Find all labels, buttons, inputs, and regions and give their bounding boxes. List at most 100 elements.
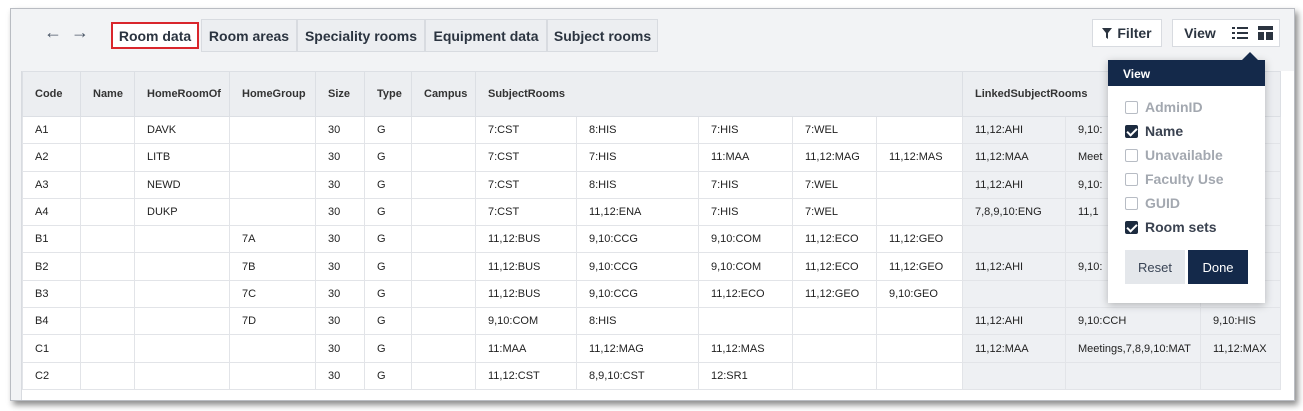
table-cell[interactable]: 7:CST (475, 115, 577, 145)
table-cell[interactable]: G (364, 361, 412, 390)
table-row[interactable]: B4 7D 30 G 9,10:COM 8:HIS 11,12:AHI 9,10:CCH 9,1… (22, 307, 1281, 336)
table-cell[interactable]: 11,12:MAG (792, 143, 877, 172)
reset-button[interactable]: Reset (1125, 250, 1185, 284)
table-cell[interactable]: 9,10:GEO (876, 279, 963, 309)
header-home-group[interactable]: HomeGroup (229, 71, 316, 117)
table-cell[interactable]: 7D (229, 307, 316, 336)
table-cell[interactable] (962, 225, 1066, 254)
table-cell[interactable]: 9,10:COM (475, 307, 577, 336)
header-campus[interactable]: Campus (411, 71, 476, 117)
table-cell[interactable]: Meetings,7,8,9,10:MAT (1065, 334, 1201, 363)
forward-arrow-icon[interactable]: → (71, 23, 89, 41)
done-button[interactable]: Done (1188, 250, 1248, 284)
table-cell[interactable]: 11,12:ECO (792, 225, 877, 254)
table-cell[interactable]: 9,10:CCG (576, 279, 699, 309)
table-cell[interactable]: B2 (22, 252, 81, 281)
table-cell[interactable]: B1 (22, 225, 81, 254)
header-size[interactable]: Size (315, 71, 365, 117)
table-cell[interactable] (229, 170, 316, 199)
table-cell[interactable]: 30 (315, 334, 365, 363)
table-cell[interactable]: G (364, 225, 412, 254)
table-cell[interactable] (80, 279, 135, 309)
table-cell[interactable] (792, 334, 877, 363)
table-row[interactable]: A2 LITB 30 G 7:CST 7:HIS 11:MAA 11,12:MAG 11,12:… (22, 143, 1281, 172)
view-option-adminid[interactable]: AdminID (1125, 97, 1203, 117)
table-cell[interactable] (134, 252, 230, 281)
table-cell[interactable]: 7:HIS (698, 115, 793, 145)
table-cell[interactable] (411, 334, 476, 363)
table-cell[interactable]: 30 (315, 143, 365, 172)
table-cell[interactable]: 8:HIS (576, 307, 699, 336)
view-option-room-sets[interactable]: Room sets (1125, 217, 1217, 237)
table-cell[interactable]: 11,12:GEO (792, 279, 877, 309)
table-cell[interactable] (80, 361, 135, 390)
tab-room-areas[interactable]: Room areas (201, 19, 297, 52)
table-cell[interactable]: 11,12:ECO (792, 252, 877, 281)
table-cell[interactable] (134, 334, 230, 363)
table-cell[interactable]: 9,10:CCG (576, 225, 699, 254)
checkbox[interactable] (1125, 148, 1138, 162)
view-option-unavailable[interactable]: Unavailable (1125, 145, 1223, 165)
table-cell[interactable] (411, 143, 476, 172)
checkbox[interactable] (1125, 196, 1138, 210)
table-cell[interactable] (80, 334, 135, 363)
table-cell[interactable] (876, 307, 963, 336)
table-cell[interactable]: 7:CST (475, 197, 577, 227)
table-cell[interactable]: 9,10:COM (698, 252, 793, 281)
table-cell[interactable] (134, 307, 230, 336)
checkbox[interactable] (1125, 124, 1138, 138)
table-cell[interactable]: 7,8,9,10:ENG (962, 197, 1066, 227)
view-option-name[interactable]: Name (1125, 121, 1183, 141)
table-cell[interactable]: 7:WEL (792, 197, 877, 227)
table-cell[interactable]: 30 (315, 170, 365, 199)
table-cell[interactable]: 11,12:AHI (962, 307, 1066, 336)
table-cell[interactable] (411, 225, 476, 254)
checkbox[interactable] (1125, 100, 1138, 114)
tab-room-data[interactable]: Room data (111, 22, 199, 49)
table-cell[interactable]: 7B (229, 252, 316, 281)
table-cell[interactable]: B3 (22, 279, 81, 309)
table-cell[interactable] (134, 279, 230, 309)
table-cell[interactable]: 11,12:BUS (475, 225, 577, 254)
table-cell[interactable] (962, 361, 1066, 390)
table-cell[interactable]: G (364, 170, 412, 199)
table-row[interactable]: B3 7C 30 G 11,12:BUS 9,10:CCG 11,12:ECO 11,12:G… (22, 279, 1281, 309)
table-cell[interactable]: LITB (134, 143, 230, 172)
table-cell[interactable]: A4 (22, 197, 81, 227)
checkbox[interactable] (1125, 220, 1138, 234)
table-cell[interactable] (229, 143, 316, 172)
table-cell[interactable]: 30 (315, 252, 365, 281)
table-cell[interactable]: 8:HIS (576, 170, 699, 199)
table-cell[interactable]: 11,12:MAA (962, 334, 1066, 363)
table-cell[interactable]: 9,10:CCH (1065, 307, 1201, 336)
table-cell[interactable]: 7:CST (475, 170, 577, 199)
table-cell[interactable]: 11,12:BUS (475, 252, 577, 281)
table-cell[interactable]: G (364, 143, 412, 172)
table-cell[interactable] (792, 307, 877, 336)
table-cell[interactable]: 11:MAA (698, 143, 793, 172)
table-cell[interactable]: 11,12:ENA (576, 197, 699, 227)
table-row[interactable]: A3 NEWD 30 G 7:CST 8:HIS 7:HIS 7:WEL 11,12:AHI 9,… (22, 170, 1281, 199)
table-row[interactable]: B1 7A 30 G 11,12:BUS 9,10:CCG 9,10:COM 11,12:EC… (22, 225, 1281, 254)
table-cell[interactable]: 11,12:AHI (962, 252, 1066, 281)
table-cell[interactable]: 11:MAA (475, 334, 577, 363)
panel-layout-button[interactable] (1252, 19, 1280, 47)
tab-equipment-data[interactable]: Equipment data (425, 19, 547, 52)
header-name[interactable]: Name (80, 71, 135, 117)
table-cell[interactable]: C2 (22, 361, 81, 390)
table-cell[interactable]: G (364, 252, 412, 281)
table-cell[interactable]: DUKP (134, 197, 230, 227)
table-cell[interactable]: A3 (22, 170, 81, 199)
table-cell[interactable]: 30 (315, 115, 365, 145)
table-cell[interactable]: 11,12:MAS (698, 334, 793, 363)
table-row[interactable]: A1 DAVK 30 G 7:CST 8:HIS 7:HIS 7:WEL 11,12:AHI 9,… (22, 115, 1281, 145)
view-option-faculty-use[interactable]: Faculty Use (1125, 169, 1224, 189)
table-cell[interactable]: A1 (22, 115, 81, 145)
table-cell[interactable] (876, 197, 963, 227)
table-cell[interactable] (411, 197, 476, 227)
table-cell[interactable] (411, 307, 476, 336)
table-cell[interactable]: 9,10:HIS (1200, 307, 1281, 336)
table-cell[interactable] (134, 361, 230, 390)
table-cell[interactable] (80, 252, 135, 281)
table-cell[interactable] (80, 225, 135, 254)
